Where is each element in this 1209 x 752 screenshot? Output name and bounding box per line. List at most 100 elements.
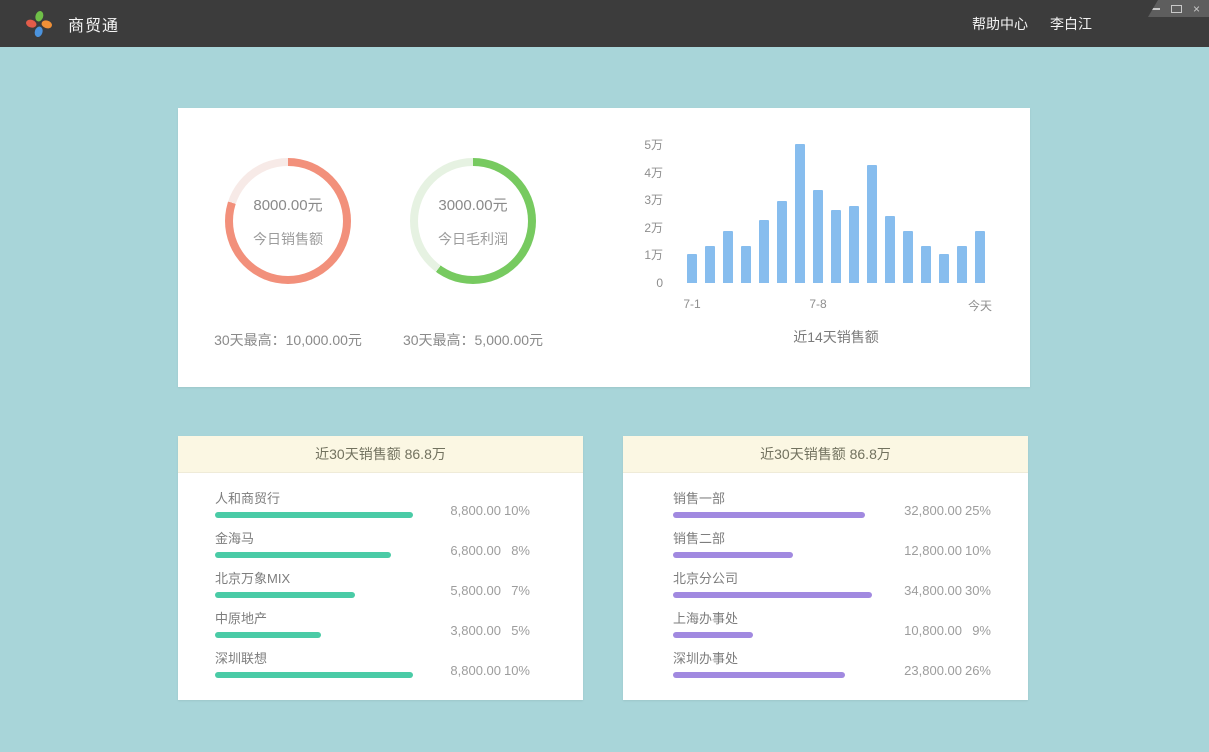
- rank-item-amount: 3,800.00: [431, 623, 501, 638]
- rank-item-amount: 32,800.00: [892, 503, 962, 518]
- rank-list-item: 金海马 6,800.00 8%: [215, 532, 530, 558]
- rank-item-amount: 8,800.00: [431, 663, 501, 678]
- daily-sales-bar[interactable]: [795, 144, 805, 283]
- daily-sales-bar[interactable]: [741, 246, 751, 283]
- rank-item-amount: 23,800.00: [892, 663, 962, 678]
- x-tick-label: 7-8: [809, 297, 826, 311]
- rank-item-name: 中原地产: [215, 612, 431, 626]
- today-profit-gauge: 3000.00元 今日毛利润 30天最高：5,000.00元: [363, 158, 583, 350]
- rank-item-bar: [215, 552, 391, 558]
- rank-item-amount: 12,800.00: [892, 543, 962, 558]
- app-title: 商贸通: [68, 12, 119, 36]
- rank-item-percent: 9%: [962, 623, 991, 638]
- daily-sales-bar[interactable]: [957, 246, 967, 283]
- rank-item-bar: [673, 632, 753, 638]
- rank-list-item: 中原地产 3,800.00 5%: [215, 612, 530, 638]
- rank-list-item: 上海办事处 10,800.00 9%: [673, 612, 991, 638]
- today-sales-donut-chart: 8000.00元 今日销售额: [225, 158, 351, 284]
- customer-sales-rank-panel: 近30天销售额 86.8万 人和商贸行 8,800.00 10% 金海马 6,8…: [178, 436, 583, 700]
- daily-sales-bar[interactable]: [777, 201, 787, 284]
- today-profit-label: 今日毛利润: [438, 229, 508, 249]
- rank-item-name: 金海马: [215, 532, 431, 546]
- y-tick-label: 1万: [644, 248, 663, 262]
- daily-sales-bar[interactable]: [885, 216, 895, 283]
- rank-item-bar: [673, 512, 865, 518]
- rank-item-amount: 5,800.00: [431, 583, 501, 598]
- today-sales-donut-center: 8000.00元 今日销售额: [233, 166, 343, 276]
- x-tick-label: 7-1: [683, 297, 700, 311]
- daily-sales-bar[interactable]: [687, 254, 697, 283]
- rank-item-bar: [215, 512, 413, 518]
- dashboard-summary-panel: 8000.00元 今日销售额 30天最高：10,000.00元 3000.00元…: [178, 108, 1030, 387]
- today-profit-value: 3000.00元: [438, 194, 507, 215]
- rank-item-bar: [673, 672, 845, 678]
- x-tick-label: 今天: [968, 297, 992, 314]
- window-controls: ×: [1145, 0, 1209, 17]
- daily-sales-bar[interactable]: [939, 254, 949, 283]
- today-sales-value: 8000.00元: [253, 194, 322, 215]
- customer-rank-title: 近30天销售额 86.8万: [178, 436, 583, 473]
- y-tick-label: 3万: [644, 193, 663, 207]
- app-logo-pinwheel-icon: [24, 9, 54, 39]
- rank-item-amount: 34,800.00: [892, 583, 962, 598]
- rank-list-item: 北京分公司 34,800.00 30%: [673, 572, 991, 598]
- rank-item-percent: 25%: [962, 503, 991, 518]
- maximize-icon: [1171, 5, 1182, 13]
- help-center-link[interactable]: 帮助中心: [972, 14, 1028, 34]
- rank-list-item: 深圳办事处 23,800.00 26%: [673, 652, 991, 678]
- rank-list-item: 销售二部 12,800.00 10%: [673, 532, 991, 558]
- minimize-icon: [1151, 8, 1160, 10]
- rank-item-name: 深圳办事处: [673, 652, 892, 666]
- today-profit-donut-center: 3000.00元 今日毛利润: [418, 166, 528, 276]
- titlebar: 商贸通 帮助中心 李白江 ×: [0, 0, 1209, 47]
- daily-sales-bar[interactable]: [903, 231, 913, 283]
- rank-item-bar: [215, 632, 321, 638]
- rank-item-bar: [215, 672, 413, 678]
- titlebar-menu: 帮助中心 李白江: [972, 0, 1092, 47]
- rank-item-name: 深圳联想: [215, 652, 431, 666]
- rank-item-percent: 10%: [962, 543, 991, 558]
- rank-item-name: 销售二部: [673, 532, 892, 546]
- close-icon: ×: [1193, 4, 1200, 14]
- y-tick-label: 2万: [644, 221, 663, 235]
- rank-item-name: 北京万象MIX: [215, 572, 431, 586]
- rank-item-percent: 10%: [501, 663, 530, 678]
- minimize-button[interactable]: [1151, 8, 1160, 10]
- rank-item-percent: 5%: [501, 623, 530, 638]
- close-button[interactable]: ×: [1193, 4, 1200, 14]
- daily-sales-bar[interactable]: [831, 210, 841, 283]
- user-menu[interactable]: 李白江: [1050, 14, 1092, 34]
- daily-sales-bar[interactable]: [759, 220, 769, 283]
- today-sales-label: 今日销售额: [253, 229, 323, 249]
- rank-list-item: 人和商贸行 8,800.00 10%: [215, 492, 530, 518]
- rank-item-name: 人和商贸行: [215, 492, 431, 506]
- rank-item-name: 北京分公司: [673, 572, 892, 586]
- y-tick-label: 4万: [644, 166, 663, 180]
- daily-sales-bar[interactable]: [867, 165, 877, 283]
- department-sales-rank-panel: 近30天销售额 86.8万 销售一部 32,800.00 25% 销售二部 12…: [623, 436, 1028, 700]
- daily-sales-bar[interactable]: [723, 231, 733, 283]
- rank-item-percent: 26%: [962, 663, 991, 678]
- rank-item-amount: 8,800.00: [431, 503, 501, 518]
- daily-sales-bar[interactable]: [849, 206, 859, 283]
- daily-sales-bar[interactable]: [921, 246, 931, 283]
- bar-chart-title: 近14天销售额: [687, 327, 985, 347]
- rank-item-percent: 10%: [501, 503, 530, 518]
- rank-list-item: 销售一部 32,800.00 25%: [673, 492, 991, 518]
- rank-item-name: 上海办事处: [673, 612, 892, 626]
- daily-sales-bar[interactable]: [813, 190, 823, 284]
- rank-item-bar: [673, 592, 872, 598]
- rank-item-amount: 6,800.00: [431, 543, 501, 558]
- daily-sales-bar[interactable]: [975, 231, 985, 283]
- y-tick-label: 5万: [644, 138, 663, 152]
- rank-list-item: 北京万象MIX 5,800.00 7%: [215, 572, 530, 598]
- rank-item-percent: 8%: [501, 543, 530, 558]
- daily-sales-bar[interactable]: [705, 246, 715, 283]
- maximize-button[interactable]: [1171, 5, 1182, 13]
- rank-item-percent: 7%: [501, 583, 530, 598]
- today-profit-donut-chart: 3000.00元 今日毛利润: [410, 158, 536, 284]
- bar-plot-area: [687, 143, 987, 283]
- department-rank-title: 近30天销售额 86.8万: [623, 436, 1028, 473]
- rank-item-bar: [215, 592, 355, 598]
- rank-item-bar: [673, 552, 793, 558]
